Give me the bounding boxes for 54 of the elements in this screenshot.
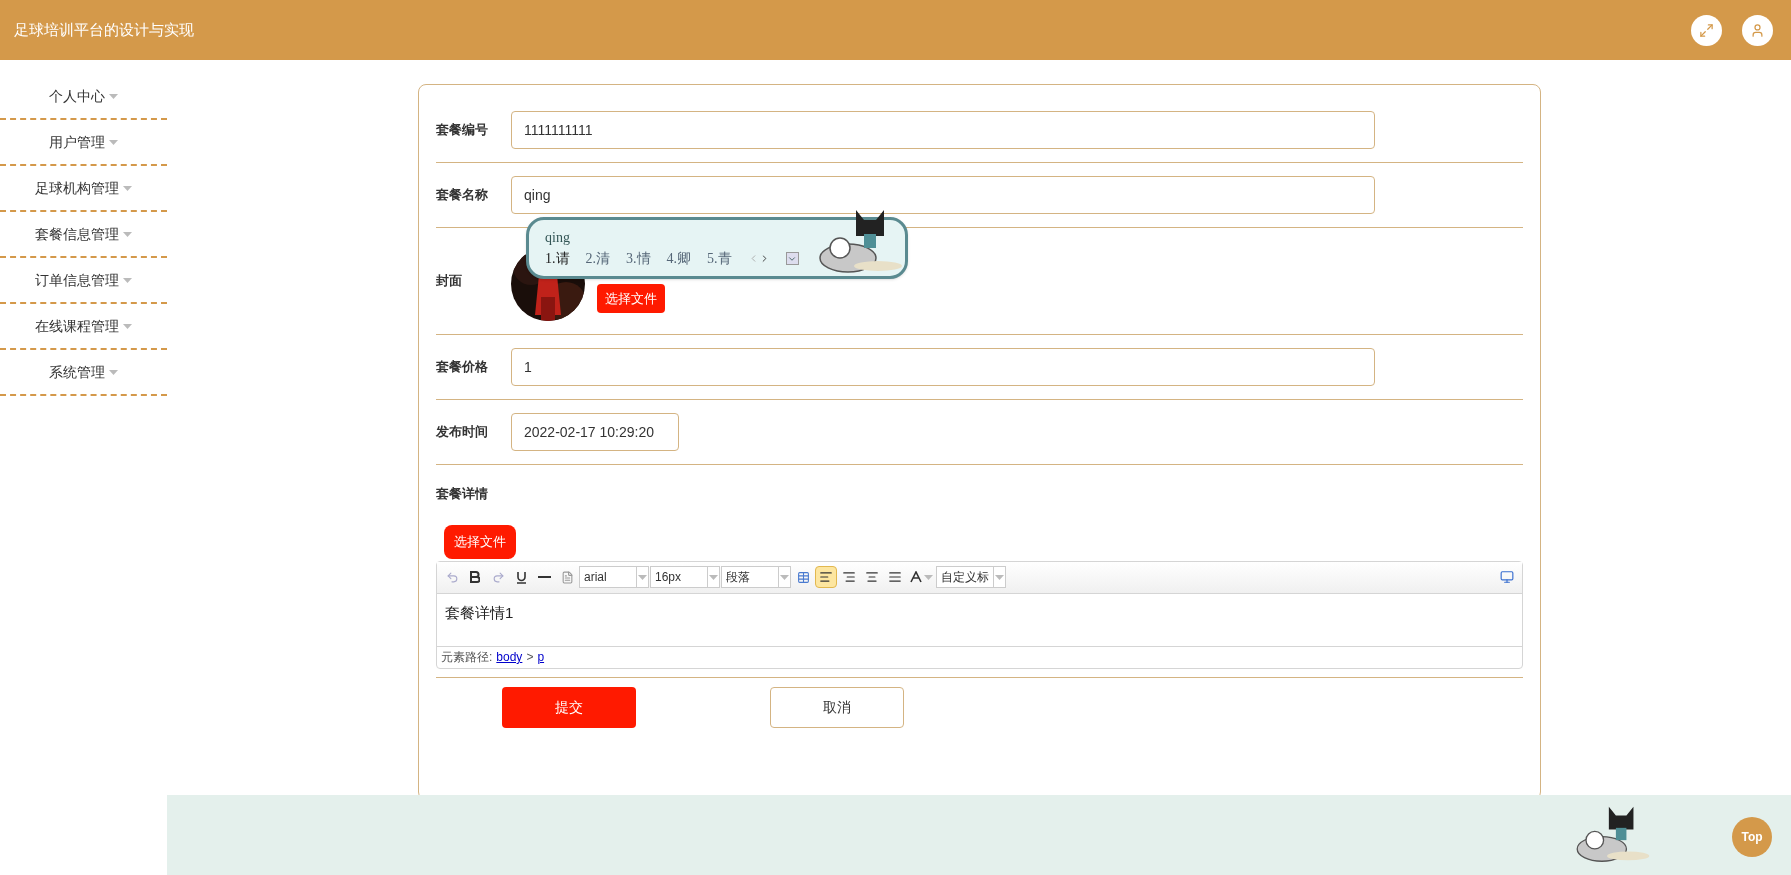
caret-icon — [995, 574, 1004, 580]
caret-icon — [638, 574, 647, 580]
sidebar-item[interactable]: 订单信息管理 — [0, 258, 167, 304]
ime-pinyin-text: qing — [545, 229, 571, 247]
sidebar-item[interactable]: 套餐信息管理 — [0, 212, 167, 258]
dropdown[interactable]: 16px — [650, 566, 720, 588]
field-label: 套餐编号 — [436, 121, 489, 140]
ime-candidate[interactable]: 1.请 — [545, 248, 570, 269]
caret-icon — [123, 231, 132, 237]
caret-icon — [780, 574, 789, 580]
user-icon[interactable] — [1742, 14, 1773, 46]
field-label: 发布时间 — [436, 423, 489, 442]
site-title: 足球培训平台的设计与实现 — [14, 19, 194, 40]
dropdown[interactable]: 自定义标 — [936, 566, 1006, 588]
caret-icon — [123, 185, 132, 191]
sidebar-item[interactable]: 系统管理 — [0, 350, 167, 396]
input-field[interactable]: qing — [511, 176, 1375, 214]
sidebar-item[interactable]: 个人中心 — [0, 74, 167, 120]
caret-icon — [923, 574, 933, 580]
cancel-button[interactable]: 取消 — [770, 686, 904, 728]
field-label: 套餐名称 — [436, 186, 489, 205]
ime-candidate[interactable]: 2.清 — [585, 248, 610, 269]
path-separator: > — [526, 649, 534, 666]
caret-icon — [709, 574, 718, 580]
path-link[interactable]: p — [537, 648, 545, 666]
ime-candidate[interactable]: 3.情 — [626, 248, 651, 269]
caret-icon — [123, 323, 132, 329]
element-path-label: 元素路径: — [441, 649, 493, 666]
caret-icon — [109, 139, 118, 145]
choose-file-button[interactable]: 选择文件 — [597, 283, 665, 313]
sidebar-item[interactable]: 用户管理 — [0, 120, 167, 166]
expand-icon[interactable] — [785, 252, 799, 265]
field-label: 套餐价格 — [436, 358, 489, 377]
input-field[interactable]: 1 — [511, 348, 1375, 386]
sidebar-item[interactable]: 足球机构管理 — [0, 166, 167, 212]
font-color-icon[interactable] — [909, 571, 922, 583]
submit-button[interactable]: 提交 — [502, 686, 636, 728]
caret-icon — [123, 277, 132, 283]
field-label: 封面 — [436, 272, 463, 291]
sidebar-item[interactable]: 在线课程管理 — [0, 304, 167, 350]
dropdown[interactable]: arial — [579, 566, 649, 588]
date-field[interactable]: 2022-02-17 10:29:20 — [511, 413, 679, 451]
ime-candidate[interactable]: 5.青 — [707, 248, 732, 269]
fullscreen-icon[interactable] — [1691, 14, 1722, 46]
field-label: 套餐详情 — [436, 486, 488, 501]
path-link[interactable]: body — [496, 648, 523, 666]
input-field[interactable]: 1111111111 — [511, 111, 1375, 149]
dropdown[interactable]: 段落 — [721, 566, 791, 588]
editor-content: 套餐详情1 — [445, 602, 515, 623]
align-left-icon[interactable] — [815, 566, 837, 588]
caret-icon — [109, 93, 118, 99]
ime-candidate[interactable]: 4.卿 — [666, 248, 691, 269]
caret-icon — [109, 369, 118, 375]
choose-file-button[interactable]: 选择文件 — [444, 525, 516, 559]
